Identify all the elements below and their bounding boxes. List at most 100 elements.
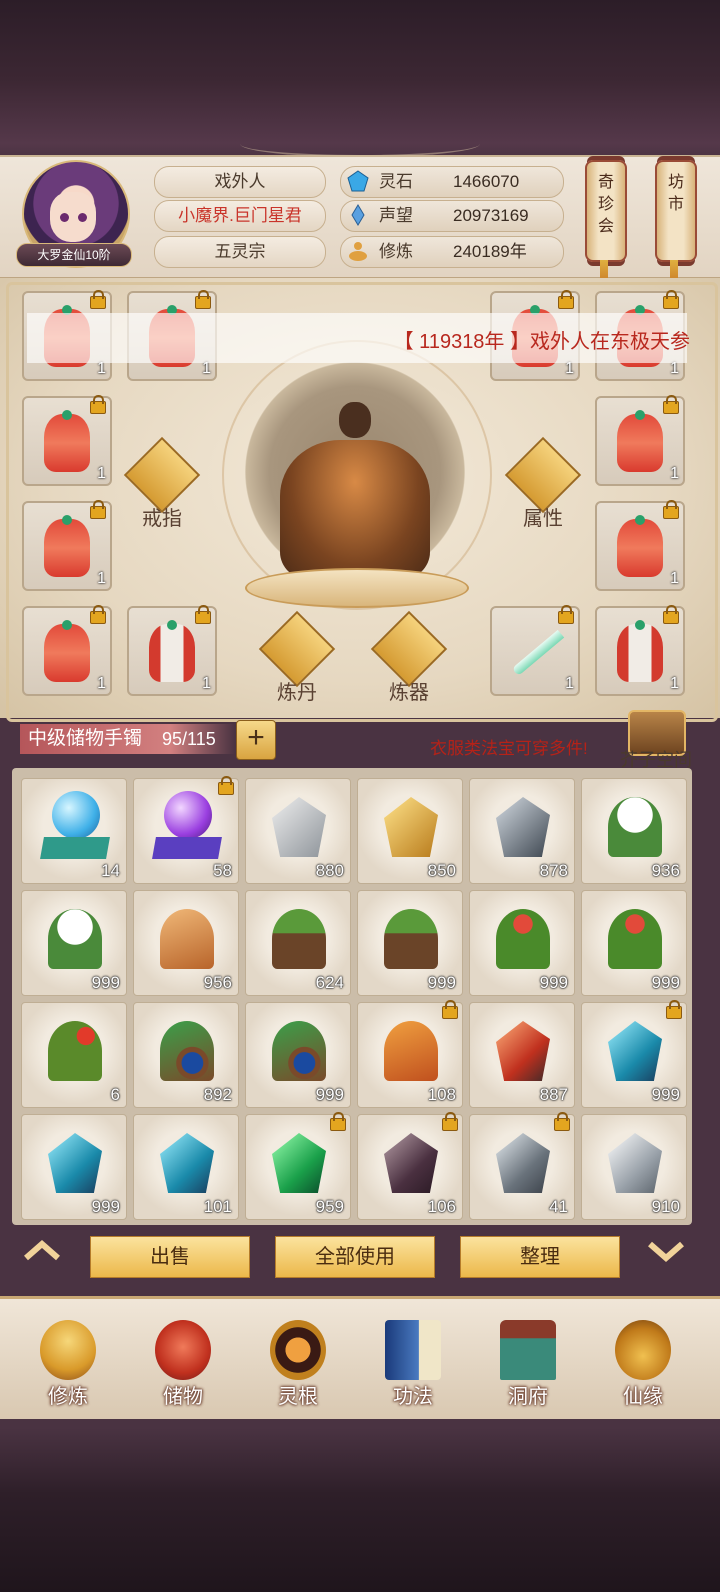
root-herb-icon — [384, 909, 438, 969]
forge-label[interactable]: 炼器 — [369, 676, 449, 705]
robe-icon — [44, 410, 90, 472]
robe-white-icon — [149, 620, 195, 682]
resource-cultivation: 修炼 240189年 — [340, 236, 564, 268]
scroll-down-icon[interactable] — [646, 1238, 686, 1262]
inventory-item[interactable]: 956 — [133, 890, 239, 996]
inventory-item[interactable]: 850 — [357, 778, 463, 884]
use-all-button[interactable]: 全部使用 — [275, 1236, 435, 1278]
nav-storage[interactable]: 储物 — [143, 1314, 223, 1414]
item-count: 892 — [203, 1085, 232, 1104]
inventory-item[interactable]: 880 — [245, 778, 351, 884]
resource-label: 声望 — [379, 206, 413, 225]
equip-slot[interactable]: 1 — [595, 605, 685, 696]
nav-spirit-root[interactable]: 灵根 — [258, 1314, 338, 1414]
avatar-eye — [60, 213, 69, 222]
lock-icon — [195, 290, 211, 309]
sort-button[interactable]: 整理 — [460, 1236, 620, 1278]
item-count: 880 — [315, 861, 344, 880]
expand-storage-button[interactable]: + — [236, 720, 276, 760]
inventory-item[interactable]: 108 — [357, 1000, 463, 1108]
inventory-item[interactable]: 999 — [469, 890, 575, 996]
lock-icon — [442, 1112, 458, 1131]
equip-slot[interactable]: 1 — [127, 605, 217, 696]
lock-icon — [558, 605, 574, 624]
robe-white-icon — [617, 620, 663, 682]
item-count: 999 — [651, 973, 680, 992]
treasure-pavilion-button[interactable]: 奇珍会 — [585, 160, 627, 262]
inventory-item[interactable]: 999 — [21, 890, 127, 996]
nav-cave-dwelling[interactable]: 洞府 — [488, 1314, 568, 1414]
inventory-item[interactable]: 41 — [469, 1112, 575, 1220]
item-count: 999 — [427, 973, 456, 992]
teal-crystal-icon — [48, 1133, 102, 1193]
berry-branch-icon — [272, 1021, 326, 1081]
inventory-item[interactable]: 999 — [581, 890, 687, 996]
inventory-item[interactable]: 106 — [357, 1112, 463, 1220]
inventory-item[interactable]: 892 — [133, 1002, 239, 1108]
silver-crystal-icon — [608, 1133, 662, 1193]
resource-spirit-stone: 灵石 1466070 — [340, 166, 564, 198]
item-count: 910 — [651, 1197, 680, 1216]
item-count: 999 — [539, 973, 568, 992]
lock-icon — [554, 1112, 570, 1131]
inventory-item[interactable]: 624 — [245, 890, 351, 996]
inventory-item[interactable]: 14 — [21, 778, 127, 884]
blue-orb-icon — [52, 791, 100, 839]
resource-prestige: 声望 20973169 — [340, 200, 564, 232]
equip-slot[interactable]: 1 — [22, 395, 112, 486]
white-flower-icon — [608, 797, 662, 857]
alchemy-label[interactable]: 炼丹 — [257, 676, 337, 705]
inventory-item[interactable]: 959 — [245, 1112, 351, 1220]
nav-technique[interactable]: 功法 — [373, 1314, 453, 1414]
market-button[interactable]: 坊市 — [655, 160, 697, 262]
scroll-up-icon[interactable] — [22, 1238, 62, 1262]
stand-icon — [152, 837, 222, 859]
ring-label[interactable]: 戒指 — [122, 502, 202, 531]
white-flower-icon — [48, 909, 102, 969]
notice-text: 【 119318年 】戏外人在东极天参 — [393, 331, 690, 353]
inventory-item[interactable]: 6 — [21, 1002, 127, 1108]
immortal-fate-icon — [615, 1320, 671, 1380]
lotus-pedestal — [245, 568, 469, 608]
meditation-icon — [349, 242, 367, 261]
teal-crystal-icon — [160, 1133, 214, 1193]
inventory-item[interactable]: 936 — [581, 778, 687, 884]
inventory-item[interactable]: 999 — [245, 1002, 351, 1108]
meditating-sage-silhouette — [280, 440, 430, 580]
robe-icon — [617, 410, 663, 472]
equip-slot[interactable]: 1 — [490, 605, 580, 696]
rank-badge: 大罗金仙10阶 — [16, 243, 132, 267]
item-count: 106 — [427, 1197, 456, 1216]
nav-immortal-fate[interactable]: 仙缘 — [603, 1314, 683, 1414]
inventory-item[interactable]: 999 — [21, 1114, 127, 1220]
cave-dwelling-icon — [500, 1320, 556, 1380]
green-herb-icon — [608, 909, 662, 969]
inventory-item[interactable]: 878 — [469, 778, 575, 884]
inventory-item[interactable]: 887 — [469, 1002, 575, 1108]
lock-icon — [218, 776, 234, 795]
storage-tip: 衣服类法宝可穿多件! — [430, 739, 588, 758]
green-herb-icon — [496, 909, 550, 969]
sage-head — [339, 402, 371, 438]
resource-value: 1466070 — [453, 172, 520, 191]
sell-button[interactable]: 出售 — [90, 1236, 250, 1278]
inventory-item[interactable]: 101 — [133, 1114, 239, 1220]
grey-crystal-icon — [496, 1133, 550, 1193]
resource-label: 修炼 — [379, 242, 413, 261]
inventory-item[interactable]: 58 — [133, 776, 239, 884]
nav-cultivate[interactable]: 修炼 — [28, 1314, 108, 1414]
jade-stand-icon — [40, 837, 110, 859]
equip-slot[interactable]: 1 — [595, 395, 685, 486]
inventory-item[interactable]: 999 — [357, 890, 463, 996]
silver-ore-icon — [272, 797, 326, 857]
equip-slot[interactable]: 1 — [22, 500, 112, 591]
item-count: 999 — [91, 973, 120, 992]
equip-slot[interactable]: 1 — [22, 605, 112, 696]
attributes-label[interactable]: 属性 — [503, 502, 583, 531]
storage-bag-icon — [155, 1320, 211, 1380]
technique-book-icon — [385, 1320, 441, 1380]
item-count: 959 — [315, 1197, 344, 1216]
inventory-item[interactable]: 999 — [581, 1000, 687, 1108]
inventory-item[interactable]: 910 — [581, 1114, 687, 1220]
equip-slot[interactable]: 1 — [595, 500, 685, 591]
